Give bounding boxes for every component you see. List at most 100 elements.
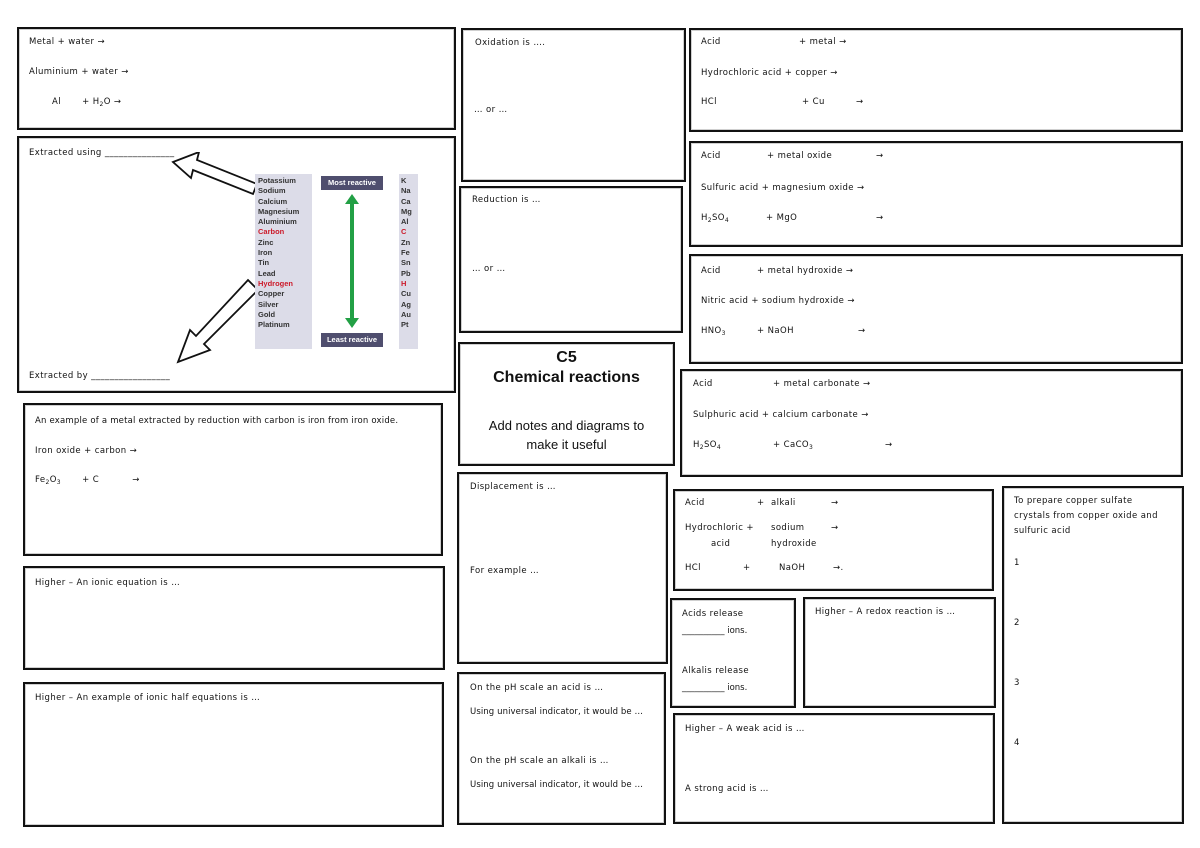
oxidation-or-text: … or …	[474, 105, 508, 115]
acid-metal-oxide-box: Acid + metal oxide → Sulfuric acid + mag…	[689, 141, 1183, 247]
alkalis-release-blank: __________ ions.	[682, 683, 748, 693]
acid-alkali-r3-naoh: NaOH	[779, 563, 806, 573]
topic-code: C5	[556, 349, 577, 366]
subscript: 3	[721, 330, 726, 337]
extracted-by-label: Extracted by _________________	[29, 371, 171, 381]
acid-hydroxide-r2: Nitric acid + sodium hydroxide →	[701, 296, 855, 306]
acid-alkali-r2-hydroxide: hydroxide	[771, 539, 817, 549]
copper-sulfate-heading-2: crystals from copper oxide and	[1014, 511, 1158, 521]
formula-h: + H	[82, 97, 100, 107]
acid-metal-r3-hcl: HCl	[701, 97, 717, 107]
iron-example-box: An example of a metal extracted by reduc…	[23, 403, 443, 556]
half-equations-text: Higher – An example of ionic half equati…	[35, 693, 261, 703]
acid-oxide-r2: Sulfuric acid + magnesium oxide →	[701, 183, 865, 193]
arrow-glyph: →	[132, 475, 140, 485]
reactivity-metal-name: Sodium	[258, 186, 286, 196]
acid-alkali-r2-acid: acid	[711, 539, 731, 549]
acid-alkali-box: Acid + alkali → Hydrochloric + sodium → …	[673, 489, 994, 591]
acid-metal-carbonate-box: Acid + metal carbonate → Sulphuric acid …	[680, 369, 1183, 477]
acid-alkali-r2-arrow: →	[831, 523, 839, 533]
acid-alkali-r3-plus: +	[743, 563, 751, 573]
formula-c: + C	[82, 475, 100, 485]
acid-oxide-r1-acid: Acid	[701, 151, 721, 161]
acid-oxide-r3-arrow: →	[876, 213, 884, 223]
ph-alkali-text: On the pH scale an alkali is …	[470, 756, 609, 766]
reactivity-metal-name: Calcium	[258, 196, 288, 206]
reactivity-metal-symbol: H	[401, 278, 407, 288]
displacement-text: Displacement is …	[470, 482, 556, 492]
reactivity-metal-name: Potassium	[258, 176, 296, 185]
formula-so: SO	[704, 440, 717, 450]
acid-alkali-r1-plus: +	[757, 498, 765, 508]
reduction-text: Reduction is …	[472, 195, 541, 205]
ph-acid-indicator-text: Using universal indicator, it would be …	[470, 707, 644, 717]
metal-water-box: Metal + water → Aluminium + water → Al +…	[17, 27, 456, 130]
acid-carbonate-r1-carbonate: + metal carbonate →	[773, 379, 871, 389]
reactivity-metal-symbol: Cu	[401, 289, 411, 299]
ionic-equation-box: Higher – An ionic equation is …	[23, 566, 445, 670]
reactivity-metal-name: Tin	[258, 258, 270, 268]
metal-water-line-2: Aluminium + water →	[29, 67, 129, 77]
reduction-or-text: … or …	[472, 264, 506, 274]
half-equations-box: Higher – An example of ionic half equati…	[23, 682, 444, 827]
most-reactive-label: Most reactive	[321, 176, 383, 190]
step-number-4: 4	[1014, 738, 1020, 748]
reactivity-metal-symbol: C	[401, 227, 407, 237]
acid-hydroxide-r1-acid: Acid	[701, 266, 721, 276]
metal-water-line-1: Metal + water →	[29, 37, 106, 47]
iron-example-line-3: Fe2O3 + C →	[35, 475, 140, 486]
acid-metal-r3-arrow: →	[856, 97, 864, 107]
acid-carbonate-r3: H2SO4	[693, 440, 721, 451]
ph-alkali-indicator-text: Using universal indicator, it would be …	[470, 780, 644, 790]
metal-water-line-3: Al + H2O →	[52, 97, 121, 108]
formula-o: O	[49, 475, 57, 485]
page-subtitle-line-2: make it useful	[526, 437, 607, 452]
iron-example-line-1: An example of a metal extracted by reduc…	[35, 416, 399, 426]
formula-o: O →	[103, 97, 122, 107]
displacement-box: Displacement is … For example …	[457, 472, 668, 664]
reactivity-metal-symbol: K	[401, 176, 407, 185]
reactivity-metal-name: Gold	[258, 309, 276, 319]
reactivity-metal-name: Zinc	[258, 237, 274, 247]
acid-metal-r1-metal: + metal →	[799, 37, 847, 47]
least-reactive-label: Least reactive	[321, 333, 383, 347]
acid-alkali-r1-arrow: →	[831, 498, 839, 508]
ions-box: Acids release __________ ions. Alkalis r…	[670, 598, 796, 708]
redox-box: Higher – A redox reaction is …	[803, 597, 996, 708]
extraction-box: Extracted using _______________ Extracte…	[17, 136, 456, 393]
title-box: C5 Chemical reactions Add notes and diag…	[458, 342, 675, 466]
formula-caco: + CaCO	[773, 440, 809, 450]
reactivity-double-arrow-icon	[345, 194, 359, 328]
acid-carbonate-r3-caco: + CaCO3	[773, 440, 813, 451]
arrow-up-left-icon	[171, 152, 259, 196]
acid-oxide-r1-oxide: + metal oxide	[767, 151, 833, 161]
reactivity-metal-name: Lead	[258, 268, 276, 278]
subscript: 3	[56, 479, 61, 486]
oxidation-text: Oxidation is ….	[475, 38, 546, 48]
reactivity-metal-name: Aluminium	[258, 217, 297, 227]
acid-hydroxide-r3-naoh: + NaOH	[757, 326, 794, 336]
reactivity-metal-symbol: Au	[401, 309, 411, 319]
reactivity-metal-symbol: Fe	[401, 248, 410, 258]
step-number-3: 3	[1014, 678, 1020, 688]
acid-alkali-r3-hcl: HCl	[685, 563, 701, 573]
reactivity-metal-symbol: Sn	[401, 258, 411, 268]
acid-oxide-r3-mgo: + MgO	[766, 213, 798, 223]
acid-metal-r1-acid: Acid	[701, 37, 721, 47]
reactivity-metal-name: Silver	[258, 299, 279, 309]
acid-hydroxide-r1-hydroxide: + metal hydroxide →	[757, 266, 854, 276]
formula-so: SO	[712, 213, 725, 223]
strong-acid-text: A strong acid is …	[685, 784, 769, 794]
reactivity-metal-symbol: Ag	[401, 299, 411, 309]
acid-oxide-r3: H2SO4	[701, 213, 729, 224]
formula-fe: Fe	[35, 475, 46, 485]
acid-metal-r2: Hydrochloric acid + copper →	[701, 68, 838, 78]
acid-hydroxide-r3: HNO3	[701, 326, 726, 337]
copper-sulfate-heading-3: sulfuric acid	[1014, 526, 1071, 536]
step-number-2: 2	[1014, 618, 1020, 628]
oxidation-box: Oxidation is …. … or …	[461, 28, 686, 182]
acid-hydroxide-r3-arrow: →	[858, 326, 866, 336]
page-title: Chemical reactions	[493, 369, 640, 386]
formula-h: H	[701, 213, 708, 223]
reactivity-metal-symbol: Zn	[401, 237, 411, 247]
